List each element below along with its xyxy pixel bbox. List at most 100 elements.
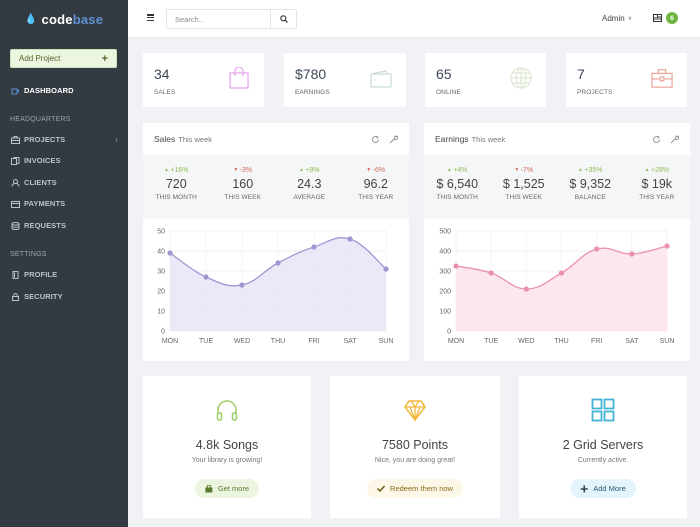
tile-label: SALES <box>154 89 176 96</box>
stat-value: $ 1,525 <box>502 177 545 191</box>
sidebar-item-label: REQUESTS <box>24 221 67 230</box>
stat-label: THIS YEAR <box>358 194 394 201</box>
sidebar-item-invoices[interactable]: INVOICES <box>10 156 118 165</box>
x-tick-label: MON <box>162 338 178 345</box>
sidebar-item-dashboard[interactable]: DASHBOARD <box>10 86 118 95</box>
menu-toggle-button[interactable] <box>147 14 154 21</box>
data-point <box>629 251 635 257</box>
notification-badge[interactable]: 6 <box>666 12 678 24</box>
widget-title: Earnings <box>435 134 469 144</box>
card-subtitle: Currently active. <box>577 457 629 464</box>
stat-column: ▼ -6% 96.2 THIS YEAR <box>343 155 410 219</box>
earnings-chart: 0 100 200 300 400 500 MON TUE WED THU FRI SAT SUN <box>439 229 675 346</box>
x-tick-label: SAT <box>343 338 357 345</box>
x-tick-label: FRI <box>591 338 602 345</box>
widget-subtitle: This week <box>471 134 506 144</box>
drop-icon: 💧 <box>24 13 38 25</box>
y-tick-label: 20 <box>157 289 165 296</box>
stat-column: ▲ +16% 720 THIS MONTH <box>143 155 210 219</box>
data-point <box>383 266 389 272</box>
add-project-button[interactable]: Add Project + <box>10 49 117 68</box>
widget-header: Earnings This week <box>424 123 690 155</box>
lock-icon <box>10 292 20 301</box>
x-tick-label: SUN <box>379 338 394 345</box>
topbar: Admin ∨ 6 <box>128 0 700 38</box>
settings-heading: SETTINGS <box>10 251 47 258</box>
brand-prefix: code <box>41 11 73 27</box>
headphones-icon <box>216 400 238 421</box>
stat-column: ▼ -3% 160 THIS WEEK <box>210 155 277 219</box>
news-icon[interactable] <box>653 14 662 22</box>
refresh-icon[interactable] <box>371 135 380 144</box>
wallet-icon <box>10 200 20 208</box>
data-point <box>275 260 281 266</box>
stat-delta: ▼ -3% <box>210 167 277 174</box>
add-more-button[interactable]: Add More <box>570 479 636 498</box>
tile-earnings[interactable]: $780 EARNINGS <box>284 53 406 107</box>
stat-column: ▼ -7% $ 1,525 THIS WEEK <box>491 155 558 219</box>
tile-value: 65 <box>436 66 452 82</box>
earnings-widget: Earnings This week ▲ +4% $ 6,540 THIS MONT… <box>424 123 690 361</box>
sidebar-item-security[interactable]: SECURITY <box>10 292 118 301</box>
card-title: 2 Grid Servers <box>562 438 644 452</box>
chevron-left-icon: ‹ <box>115 135 118 144</box>
card-subtitle: Your library is growing! <box>191 457 263 464</box>
sidebar-item-requests[interactable]: REQUESTS <box>10 221 118 230</box>
wrench-icon[interactable] <box>389 134 398 144</box>
grid-servers-card: 2 Grid Servers Currently active. Add Mor… <box>519 376 687 518</box>
data-point <box>203 274 209 280</box>
x-tick-label: SUN <box>660 338 675 345</box>
stat-delta: ▲ +4% <box>424 167 491 174</box>
sidebar-item-projects[interactable]: PROJECTS ‹ <box>10 135 118 144</box>
sidebar-item-label: INVOICES <box>24 156 61 165</box>
stat-value: 96.2 <box>363 177 388 191</box>
stat-label: AVERAGE <box>293 194 326 201</box>
users-icon <box>10 178 20 187</box>
user-dropdown[interactable]: Admin ∨ <box>602 14 632 23</box>
search-input[interactable] <box>167 10 270 28</box>
stat-value: 24.3 <box>297 177 322 191</box>
sidebar-item-label: PAYMENTS <box>24 199 66 208</box>
search-button[interactable] <box>270 10 296 28</box>
sidebar-item-label: PROFILE <box>24 270 58 279</box>
y-tick-label: 100 <box>439 309 451 316</box>
plus-icon <box>580 485 588 492</box>
y-tick-label: 50 <box>157 229 165 236</box>
tile-sales[interactable]: 34 SALES <box>143 53 264 107</box>
widget-stats: ▲ +4% $ 6,540 THIS MONTH ▼ -7% $ 1,525 THIS W… <box>424 155 690 219</box>
x-tick-label: MON <box>448 338 464 345</box>
briefcase-icon <box>651 69 673 88</box>
refresh-icon[interactable] <box>652 135 661 144</box>
redeem-button[interactable]: Redeem them now <box>367 479 463 498</box>
plus-icon: + <box>101 52 108 65</box>
data-point <box>664 243 670 249</box>
sidebar-item-profile[interactable]: PROFILE <box>10 270 118 279</box>
get-more-button[interactable]: Get more <box>194 479 260 498</box>
x-tick-label: WED <box>234 338 250 345</box>
tile-online[interactable]: 65 ONLINE <box>425 53 546 107</box>
stat-delta: ▼ -6% <box>343 167 410 174</box>
card-title: 4.8k Songs <box>195 438 259 452</box>
wrench-icon[interactable] <box>670 134 679 144</box>
brand-logo[interactable]: 💧 code base <box>0 0 128 38</box>
shopping-bag-icon <box>229 67 249 89</box>
y-tick-label: 300 <box>439 269 451 276</box>
x-tick-label: TUE <box>484 338 498 345</box>
stat-delta: ▼ -7% <box>491 167 558 174</box>
sidebar-item-payments[interactable]: PAYMENTS <box>10 199 118 208</box>
search-icon <box>279 15 288 23</box>
data-point <box>239 282 245 288</box>
sidebar-item-clients[interactable]: CLIENTS <box>10 178 118 187</box>
x-tick-label: SAT <box>625 338 639 345</box>
tile-projects[interactable]: 7 PROJECTS <box>566 53 687 107</box>
sales-chart: 0 10 20 30 40 50 MON TUE WED THU FRI SAT SUN <box>157 229 394 346</box>
tile-value: 34 <box>154 66 170 82</box>
y-tick-label: 0 <box>447 329 451 336</box>
x-tick-label: TUE <box>199 338 213 345</box>
data-point <box>167 250 173 256</box>
y-tick-label: 400 <box>439 249 451 256</box>
bag-icon <box>205 484 213 492</box>
stat-value: $ 19k <box>641 177 673 191</box>
sidebar: 💧 code base Add Project + DASHBOARD HEADQ… <box>0 0 128 527</box>
stat-delta-value: +35% <box>584 167 603 174</box>
